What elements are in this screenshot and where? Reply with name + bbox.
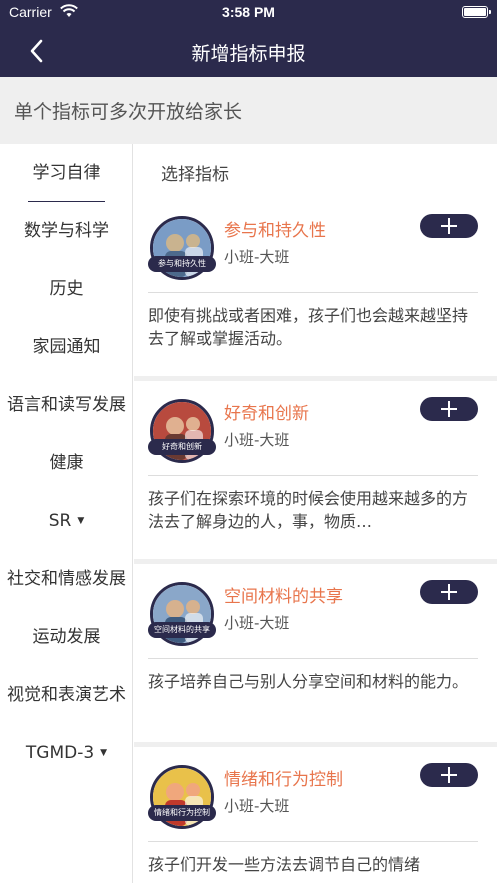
plus-icon-stem — [448, 767, 450, 783]
indicator-list: 选择指标 参与和持久性 参与和持久性 小班-大班 即使有挑战或者困难，孩子们也会越来越… — [134, 144, 497, 883]
divider — [148, 841, 478, 842]
nav-bar: 新增指标申报 — [0, 26, 497, 77]
page-title: 新增指标申报 — [191, 43, 306, 65]
indicator-card: 空间材料的共享 空间材料的共享 小班-大班孩子培养自己与别人分享空间和材料的能力。 — [134, 564, 497, 742]
top-bar: Carrier 3:58 PM 新增指标申报 — [0, 0, 497, 77]
plus-icon-stem — [448, 218, 450, 234]
sidebar-item[interactable]: TGMD-3 ▼ — [0, 724, 133, 782]
dropdown-caret-icon: ▼ — [77, 516, 85, 526]
sidebar-item[interactable]: 视觉和表演艺术 — [0, 666, 133, 724]
sidebar-item[interactable]: 运动发展 — [0, 608, 133, 666]
indicator-name: 参与和持久性 — [224, 221, 326, 241]
notice-text: 单个指标可多次开放给家长 — [14, 101, 243, 123]
indicator-description: 孩子们开发一些方法去调节自己的情绪 — [148, 855, 421, 874]
sidebar-item[interactable]: 社交和情感发展 — [0, 550, 133, 608]
indicator-name: 情绪和行为控制 — [224, 770, 343, 790]
dropdown-caret-icon: ▼ — [100, 748, 108, 758]
clock: 3:58 PM — [222, 4, 275, 20]
indicator-badge: 空间材料的共享 — [148, 622, 216, 638]
indicator-name: 空间材料的共享 — [224, 587, 343, 607]
add-button[interactable] — [420, 763, 478, 787]
notice-banner: 单个指标可多次开放给家长 — [0, 77, 497, 144]
sidebar-item-label: TGMD-3 — [25, 743, 95, 763]
indicator-name: 好奇和创新 — [224, 404, 309, 424]
indicator-level: 小班-大班 — [224, 248, 290, 266]
sidebar-item-label: SR — [48, 511, 72, 531]
indicator-description: 孩子们在探索环境的时候会使用越来越多的方法去了解身边的人，事，物质… — [148, 489, 469, 531]
plus-icon-stem — [448, 401, 450, 417]
indicator-card: 情绪和行为控制 情绪和行为控制 小班-大班孩子们开发一些方法去调节自己的情绪 — [134, 747, 497, 883]
sidebar-item-label: 语言和读写发展 — [7, 395, 126, 415]
sidebar-item[interactable]: 历史 — [0, 260, 133, 318]
sidebar-item-label: 学习自律 — [32, 163, 101, 183]
category-sidebar: 学习自律数学与科学历史家园通知语言和读写发展 健康 SR ▼ 社交和情感发展 运动发展视觉… — [0, 144, 133, 883]
sidebar-item[interactable]: 学习自律 — [0, 144, 133, 202]
battery-icon — [462, 6, 491, 18]
sidebar-item-label: 家园通知 — [32, 337, 101, 357]
indicator-badge: 参与和持久性 — [148, 256, 216, 272]
divider — [148, 292, 478, 293]
section-title: 选择指标 — [161, 165, 229, 185]
divider — [148, 658, 478, 659]
sidebar-item-label: 数学与科学 — [24, 221, 109, 241]
indicator-level: 小班-大班 — [224, 431, 290, 449]
sidebar-item-label: 历史 — [49, 279, 84, 299]
indicator-badge: 好奇和创新 — [148, 439, 216, 455]
indicator-card: 好奇和创新 好奇和创新 小班-大班 孩子们在探索环境的时候会使用越来越多的方法去了解身… — [134, 381, 497, 559]
sidebar-item[interactable]: 健康 — [0, 434, 133, 492]
indicator-description: 即使有挑战或者困难，孩子们也会越来越坚持去了解或掌握活动。 — [148, 306, 469, 348]
add-button[interactable] — [420, 214, 478, 238]
sidebar-item-label: 运动发展 — [32, 627, 101, 647]
sidebar-item-label: 社交和情感发展 — [7, 569, 126, 589]
indicator-badge: 情绪和行为控制 — [148, 805, 216, 821]
sidebar-item[interactable]: 家园通知 — [0, 318, 133, 376]
sidebar-item[interactable]: 语言和读写发展 — [0, 376, 133, 434]
add-button[interactable] — [420, 580, 478, 604]
indicator-card: 参与和持久性 参与和持久性 小班-大班即使有挑战或者困难，孩子们也会越来越坚持去了解… — [134, 198, 497, 376]
sidebar-item-label: 视觉和表演艺术 — [7, 685, 126, 705]
divider — [148, 475, 478, 476]
indicator-level: 小班-大班 — [224, 797, 290, 815]
sidebar-item-label: 健康 — [49, 453, 84, 473]
sidebar-item[interactable]: 数学与科学 — [0, 202, 133, 260]
status-bar: Carrier 3:58 PM — [0, 0, 497, 26]
sidebar-item[interactable]: SR ▼ — [0, 492, 133, 550]
indicator-level: 小班-大班 — [224, 614, 290, 632]
add-button[interactable] — [420, 397, 478, 421]
plus-icon-stem — [448, 584, 450, 600]
indicator-description: 孩子培养自己与别人分享空间和材料的能力。 — [148, 672, 469, 691]
